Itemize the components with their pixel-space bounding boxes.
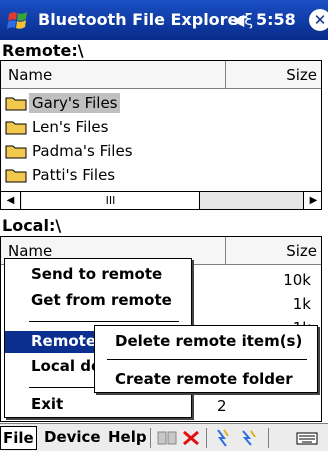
refresh-icon[interactable] <box>212 428 234 448</box>
menu-device[interactable]: Device <box>44 428 101 446</box>
remote-file-list[interactable]: Name Size Gary's Files Len's Files Padma… <box>0 60 322 210</box>
scroll-right-arrow-icon[interactable]: ▶ <box>303 192 321 209</box>
close-button[interactable]: ✕ <box>309 9 328 31</box>
local-path-label: Local:\ <box>2 216 62 235</box>
remote-item-name: Padma's Files <box>32 142 133 160</box>
local-column-size[interactable]: Size <box>226 237 321 265</box>
local-item-size: 1k <box>292 295 311 313</box>
menu-separator <box>107 359 307 360</box>
folder-icon <box>5 145 27 159</box>
clock[interactable]: 5:58 <box>256 10 296 29</box>
menu-help[interactable]: Help <box>108 428 147 446</box>
remote-item-name: Len's Files <box>32 118 109 136</box>
remote-item-name: Patti's Files <box>32 166 116 184</box>
toolbar-separator <box>206 428 207 448</box>
menu-separator <box>29 321 179 322</box>
folder-icon <box>5 97 27 111</box>
remote-submenu: Delete remote item(s) Create remote fold… <box>94 325 318 393</box>
remote-list-item[interactable]: Padma's Files <box>5 140 136 164</box>
menu-bar: File Device Help <box>0 423 328 451</box>
remote-list-header: Name Size <box>1 61 321 89</box>
local-item-size: 2 <box>217 397 227 415</box>
remote-column-size[interactable]: Size <box>226 61 321 89</box>
remote-list-item[interactable]: Len's Files <box>5 116 111 140</box>
menu-send-to-remote[interactable]: Send to remote <box>31 265 162 283</box>
windows-flag-icon[interactable] <box>6 8 32 34</box>
column-divider <box>321 237 322 421</box>
column-divider <box>321 61 322 209</box>
remote-column-name[interactable]: Name <box>1 61 226 89</box>
menu-create-remote-folder[interactable]: Create remote folder <box>115 370 293 388</box>
menu-get-from-remote[interactable]: Get from remote <box>31 291 172 309</box>
local-item-size: 10k <box>283 271 311 289</box>
disconnect-icon[interactable] <box>180 428 202 448</box>
menu-local[interactable]: Local de <box>31 357 101 375</box>
menu-delete-remote-items[interactable]: Delete remote item(s) <box>115 332 302 350</box>
keyboard-icon[interactable] <box>296 428 318 448</box>
remote-item-name: Gary's Files <box>29 93 121 113</box>
title-bar: Bluetooth File Explorer ◀ξ 5:58 ✕ <box>0 0 328 40</box>
scroll-thumb[interactable]: III <box>22 192 200 209</box>
remote-list-item[interactable]: Gary's Files <box>5 92 121 116</box>
speaker-icon[interactable]: ◀ξ <box>232 10 253 29</box>
toolbar-separator <box>150 428 151 448</box>
remote-horizontal-scrollbar[interactable]: ◀ III ▶ <box>1 191 321 209</box>
toolbar-separator <box>268 428 269 448</box>
folder-icon <box>5 169 27 183</box>
scroll-left-arrow-icon[interactable]: ◀ <box>1 192 21 209</box>
menu-exit[interactable]: Exit <box>31 395 63 413</box>
bluetooth-icon[interactable] <box>238 428 260 448</box>
remote-path-label: Remote:\ <box>2 41 84 60</box>
remote-list-item[interactable]: Patti's Files <box>5 164 118 188</box>
folder-icon <box>5 121 27 135</box>
connect-icon[interactable] <box>156 428 178 448</box>
menu-file[interactable]: File <box>0 426 37 450</box>
window-title: Bluetooth File Explorer <box>38 10 247 29</box>
